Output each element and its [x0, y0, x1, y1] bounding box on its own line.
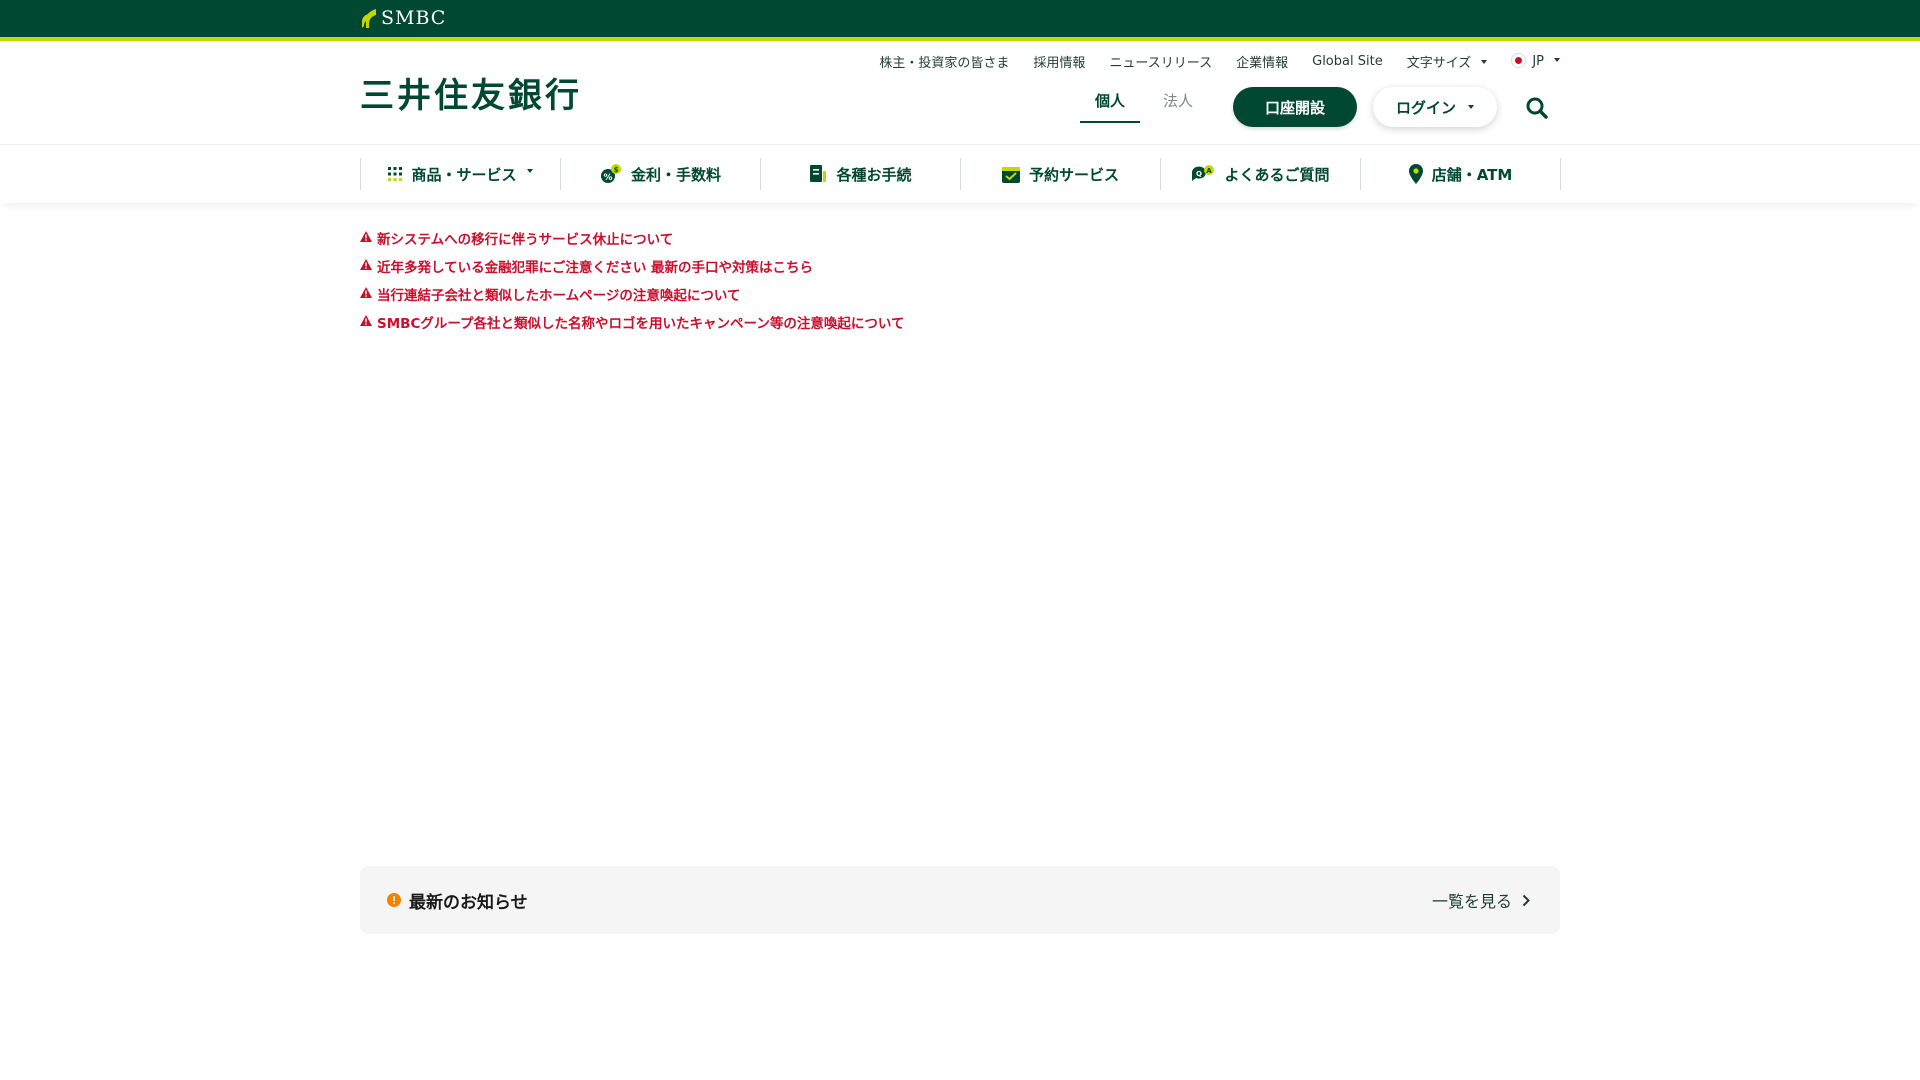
tab-corporate[interactable]: 法人 — [1148, 90, 1208, 123]
chevron-down-icon — [526, 169, 533, 173]
open-account-button[interactable]: 口座開設 — [1233, 87, 1357, 127]
news-title: 最新のお知らせ — [409, 893, 528, 913]
global-nav: 商品・サービス % $ 金利・手数料 各種お手続 予約サービス Q A よくある… — [0, 144, 1920, 203]
login-label: ログイン — [1395, 98, 1456, 117]
warning-icon — [360, 286, 372, 298]
alert-text: 新システムへの移行に伴うサービス休止について — [377, 232, 674, 248]
nav-label: 商品・サービス — [411, 165, 517, 184]
alert-item[interactable]: SMBCグループ各社と類似した名称やロゴを用いたキャンペーン等の注意喚起について — [360, 308, 904, 336]
alert-item[interactable]: 当行連結子会社と類似したホームページの注意喚起について — [360, 280, 904, 308]
chevron-right-icon — [1522, 894, 1530, 906]
tab-personal[interactable]: 個人 — [1080, 90, 1140, 123]
coins-icon: % $ — [600, 164, 621, 183]
link-recruit[interactable]: 採用情報 — [1033, 52, 1085, 71]
nav-label: よくあるご質問 — [1224, 165, 1330, 184]
warning-icon — [360, 230, 372, 242]
smbc-logo-text[interactable]: SMBC — [381, 7, 446, 29]
alert-text: 当行連結子会社と類似したホームページの注意喚起について — [377, 288, 741, 304]
language-label: JP — [1532, 54, 1544, 69]
search-icon[interactable] — [1526, 97, 1548, 119]
chevron-down-icon — [1468, 105, 1474, 109]
alert-item[interactable]: 新システムへの移行に伴うサービス休止について — [360, 224, 904, 252]
smbc-leaf-icon — [362, 9, 376, 28]
svg-text:%: % — [603, 173, 612, 183]
open-account-label: 口座開設 — [1264, 98, 1325, 117]
link-investors[interactable]: 株主・投資家の皆さま — [879, 52, 1009, 71]
link-corporate-info[interactable]: 企業情報 — [1236, 52, 1288, 71]
language-dropdown[interactable]: JP — [1511, 53, 1560, 69]
japan-flag-icon — [1511, 53, 1527, 68]
news-view-all-link[interactable]: 一覧を見る — [1432, 888, 1530, 912]
alert-text: SMBCグループ各社と類似した名称やロゴを用いたキャンペーン等の注意喚起について — [377, 316, 905, 332]
document-icon — [810, 165, 827, 182]
nav-products-services[interactable]: 商品・サービス — [361, 158, 561, 190]
warning-icon — [360, 314, 372, 326]
svg-text:A: A — [1207, 167, 1213, 175]
latest-news-bar: 最新のお知らせ 一覧を見る — [360, 866, 1560, 934]
nav-faq[interactable]: Q A よくあるご質問 — [1161, 158, 1361, 190]
grid-icon — [388, 167, 403, 181]
nav-reservation[interactable]: 予約サービス — [961, 158, 1161, 190]
brand-bar: SMBC — [0, 0, 1920, 37]
faq-bubble-icon: Q A — [1192, 165, 1215, 181]
link-global-site[interactable]: Global Site — [1312, 54, 1383, 69]
nav-branch-atm[interactable]: 店舗・ATM — [1361, 158, 1561, 190]
info-icon — [387, 893, 401, 907]
alert-text: 近年多発している金融犯罪にご注意ください 最新の手口や対策はこちら — [377, 260, 814, 276]
link-news-release[interactable]: ニュースリリース — [1109, 52, 1212, 71]
nav-label: 予約サービス — [1028, 165, 1119, 184]
svg-text:Q: Q — [1197, 170, 1203, 178]
alert-item[interactable]: 近年多発している金融犯罪にご注意ください 最新の手口や対策はこちら — [360, 252, 904, 280]
svg-text:$: $ — [614, 166, 619, 174]
calendar-check-icon — [1001, 167, 1020, 183]
map-pin-icon — [1408, 164, 1423, 184]
customer-segment-tabs: 個人 法人 — [1080, 90, 1208, 123]
bank-name-logo[interactable]: 三井住友銀行 — [360, 68, 582, 117]
font-size-dropdown[interactable]: 文字サイズ — [1407, 52, 1488, 71]
alert-list: 新システムへの移行に伴うサービス休止について 近年多発している金融犯罪にご注意く… — [360, 224, 904, 336]
nav-rates-fees[interactable]: % $ 金利・手数料 — [561, 158, 761, 190]
nav-procedures[interactable]: 各種お手続 — [761, 158, 961, 190]
nav-label: 店舗・ATM — [1431, 165, 1513, 184]
nav-label: 各種お手続 — [836, 165, 912, 184]
nav-label: 金利・手数料 — [630, 165, 721, 184]
utility-links: 株主・投資家の皆さま 採用情報 ニュースリリース 企業情報 Global Sit… — [855, 52, 1560, 71]
login-button[interactable]: ログイン — [1373, 87, 1497, 127]
news-link-label: 一覧を見る — [1431, 892, 1512, 911]
warning-icon — [360, 258, 372, 270]
